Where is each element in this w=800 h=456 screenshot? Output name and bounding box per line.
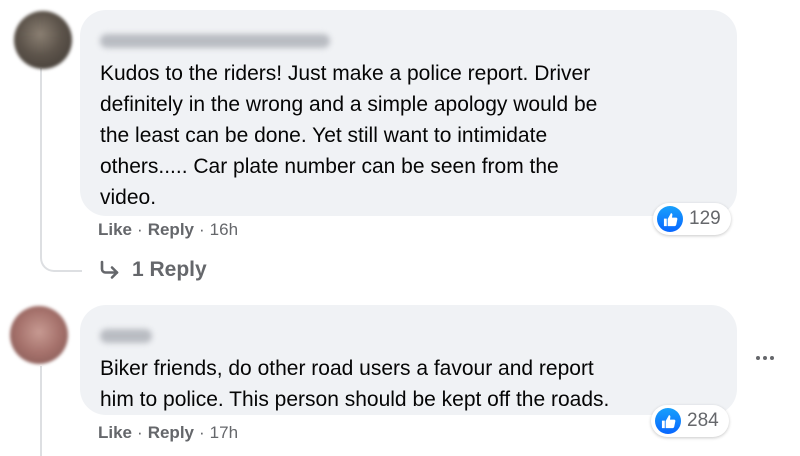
comment-text: Kudos to the riders! Just make a police …: [100, 62, 598, 209]
reaction-summary[interactable]: 284: [651, 405, 729, 437]
separator: ·: [137, 423, 143, 442]
timestamp[interactable]: 16h: [210, 220, 238, 240]
comment-text: Biker friends, do other road users a fav…: [100, 357, 610, 411]
comment-actions: Like · Reply · 17h: [98, 423, 238, 443]
like-button[interactable]: Like: [98, 423, 132, 443]
author-name-redacted[interactable]: [100, 34, 330, 48]
reaction-count: 129: [689, 208, 721, 229]
view-replies-link[interactable]: 1 Reply: [98, 258, 207, 282]
timestamp[interactable]: 17h: [210, 423, 238, 443]
author-name-redacted[interactable]: [100, 329, 152, 343]
comment-actions: Like · Reply · 16h: [98, 220, 238, 240]
separator: ·: [199, 220, 205, 239]
reaction-summary[interactable]: 129: [653, 203, 731, 235]
separator: ·: [137, 220, 143, 239]
replies-count-label: 1 Reply: [132, 258, 207, 281]
reply-button[interactable]: Reply: [148, 423, 194, 443]
comment-bubble: Biker friends, do other road users a fav…: [80, 305, 737, 415]
comment-bubble: Kudos to the riders! Just make a police …: [80, 10, 737, 216]
reply-button[interactable]: Reply: [148, 220, 194, 240]
like-icon: [655, 408, 681, 434]
reply-arrow-icon: [100, 260, 119, 279]
reply-thread-line: [40, 68, 82, 272]
avatar[interactable]: [10, 306, 68, 364]
avatar[interactable]: [14, 11, 72, 69]
reply-thread-line: [40, 366, 42, 456]
like-button[interactable]: Like: [98, 220, 132, 240]
like-icon: [657, 206, 683, 232]
separator: ·: [199, 423, 205, 442]
more-options-icon[interactable]: [752, 345, 778, 371]
reaction-count: 284: [687, 410, 719, 431]
